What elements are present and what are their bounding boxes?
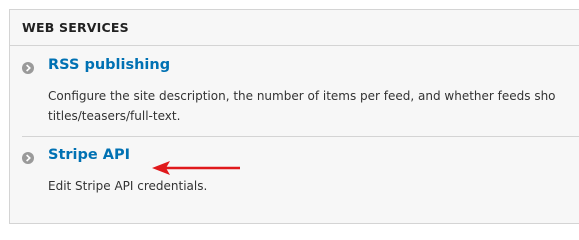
chevron-right-circle-icon bbox=[22, 152, 34, 164]
web-services-panel: WEB SERVICES RSS publishing Configure th… bbox=[9, 9, 579, 224]
description-line: titles/teasers/full-text. bbox=[48, 109, 181, 123]
rss-publishing-description: Configure the site description, the numb… bbox=[48, 86, 579, 126]
panel-header: WEB SERVICES bbox=[10, 10, 579, 46]
admin-item-stripe-api: Stripe API Edit Stripe API credentials. bbox=[10, 147, 579, 210]
stripe-api-description: Edit Stripe API credentials. bbox=[48, 176, 579, 196]
item-divider bbox=[22, 136, 579, 137]
description-line: Edit Stripe API credentials. bbox=[48, 179, 208, 193]
annotation-arrow-icon bbox=[152, 161, 240, 175]
stripe-api-link[interactable]: Stripe API bbox=[48, 147, 130, 163]
admin-item-rss-publishing: RSS publishing Configure the site descri… bbox=[10, 57, 579, 140]
chevron-right-circle-icon bbox=[22, 62, 34, 74]
panel-title: WEB SERVICES bbox=[22, 20, 129, 35]
rss-publishing-link[interactable]: RSS publishing bbox=[48, 57, 170, 73]
description-line: Configure the site description, the numb… bbox=[48, 89, 556, 103]
